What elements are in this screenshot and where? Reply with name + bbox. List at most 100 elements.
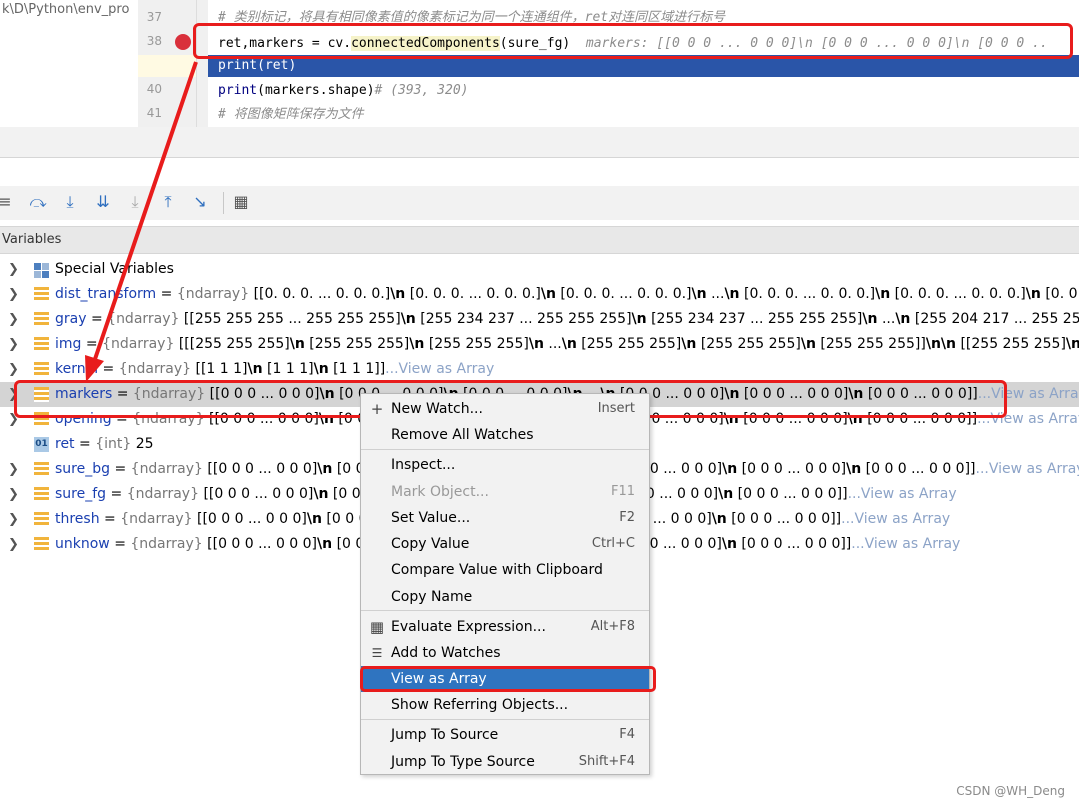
menu-item-label: Copy Name: [391, 589, 473, 605]
step-out-icon[interactable]: ⤒: [157, 191, 179, 213]
code-text: (markers.shape): [257, 83, 375, 98]
builtin-print: print: [218, 83, 258, 98]
builtin-print: print: [218, 58, 258, 73]
menu-item-evaluate-expression[interactable]: ▦ Evaluate Expression... Alt+F8: [361, 614, 649, 640]
line-number: 41: [146, 106, 162, 120]
variable-row[interactable]: ❯ gray = {ndarray} [[255 255 255 ... 255…: [0, 307, 1079, 332]
ndarray-icon: [34, 487, 49, 502]
menu-item-shortcut: Alt+F8: [590, 619, 635, 634]
variable-name: img: [55, 336, 82, 352]
view-as-array-link[interactable]: ...View as Array: [851, 536, 960, 552]
variable-row[interactable]: ❯ dist_transform = {ndarray} [[0. 0. 0. …: [0, 282, 1079, 307]
menu-item-compare-clipboard[interactable]: Compare Value with Clipboard: [361, 557, 649, 583]
menu-item-jump-to-type-source[interactable]: Jump To Type Source Shift+F4: [361, 749, 649, 775]
variable-name: unknow: [55, 536, 110, 552]
expand-chevron-icon[interactable]: ❯: [8, 532, 19, 557]
menu-item-remove-all-watches[interactable]: Remove All Watches: [361, 422, 649, 448]
expand-chevron-icon[interactable]: ❯: [8, 357, 19, 382]
menu-item-label: Show Referring Objects...: [391, 697, 569, 713]
expand-chevron-icon[interactable]: ❯: [8, 257, 19, 282]
menu-item-jump-to-source[interactable]: Jump To Source F4: [361, 722, 649, 748]
menu-item-label: Remove All Watches: [391, 427, 534, 443]
code-text: (ret): [257, 58, 297, 73]
variable-type: {int}: [95, 436, 132, 452]
toolbar-separator: [223, 192, 224, 214]
view-as-array-link[interactable]: ...View as Array: [385, 361, 494, 377]
variable-row[interactable]: ❯ kernel = {ndarray} [[1 1 1]\n [1 1 1]\…: [0, 357, 1079, 382]
menu-item-label: Evaluate Expression...: [391, 619, 546, 635]
variable-name: Special Variables: [55, 261, 174, 277]
menu-item-shortcut: F11: [610, 484, 635, 499]
variable-row[interactable]: ❯ img = {ndarray} [[[255 255 255]\n [255…: [0, 332, 1079, 357]
ndarray-icon: [34, 287, 49, 302]
variable-value: [[1 1 1]\n [1 1 1]\n [1 1 1]]: [195, 361, 386, 377]
menu-item-shortcut: Shift+F4: [578, 754, 635, 769]
panel-divider[interactable]: [0, 157, 1079, 158]
menu-icon[interactable]: ≡: [0, 191, 16, 213]
menu-item-label: Add to Watches: [391, 645, 501, 661]
menu-separator: [361, 449, 649, 450]
menu-item-copy-name[interactable]: Copy Name: [361, 584, 649, 610]
ndarray-icon: [34, 512, 49, 527]
menu-separator: [361, 610, 649, 611]
variable-name: gray: [55, 311, 87, 327]
watermark: CSDN @WH_Deng: [956, 784, 1065, 798]
step-over-icon[interactable]: ⤓: [59, 191, 81, 213]
ndarray-icon: [34, 312, 49, 327]
evaluate-expression-icon[interactable]: ▦: [230, 191, 252, 213]
menu-item-show-referring-objects[interactable]: Show Referring Objects...: [361, 692, 649, 718]
menu-item-inspect[interactable]: Inspect...: [361, 452, 649, 478]
ndarray-icon: [34, 362, 49, 377]
special-variables-icon: [34, 262, 49, 278]
variable-value: [[[255 255 255]\n [255 255 255]\n [255 2…: [178, 336, 1079, 352]
breakpoint-icon[interactable]: [175, 34, 191, 50]
menu-item-label: Set Value...: [391, 510, 471, 526]
show-execution-point-icon[interactable]: ⤼: [27, 191, 49, 213]
variable-type: {ndarray}: [102, 336, 175, 352]
variable-type: {ndarray}: [130, 536, 203, 552]
step-into-icon[interactable]: ⇊: [92, 191, 114, 213]
menu-item-label: Mark Object...: [391, 484, 489, 500]
variables-panel-header: Variables: [0, 226, 1079, 254]
view-as-array-link[interactable]: ...View as Array: [841, 511, 950, 527]
ndarray-icon: [34, 462, 49, 477]
expand-chevron-icon[interactable]: ❯: [8, 482, 19, 507]
int-type-icon: 01: [34, 437, 49, 452]
variable-name: dist_transform: [55, 286, 157, 302]
variable-name: sure_fg: [55, 486, 107, 502]
menu-item-shortcut: F2: [619, 510, 635, 525]
variable-row-special[interactable]: ❯ Special Variables: [0, 257, 1079, 282]
expand-chevron-icon[interactable]: ❯: [8, 332, 19, 357]
view-as-array-link[interactable]: ...View as Array: [976, 461, 1079, 477]
menu-item-label: Compare Value with Clipboard: [391, 562, 603, 578]
menu-item-label: New Watch...: [391, 401, 483, 417]
current-line-gutter: [138, 55, 196, 77]
variable-type: {ndarray}: [126, 486, 199, 502]
variable-type: {ndarray}: [120, 511, 193, 527]
run-to-cursor-icon[interactable]: ↘: [189, 191, 211, 213]
menu-item-add-to-watches[interactable]: ☰ Add to Watches: [361, 640, 649, 666]
annotation-highlight-code: [193, 23, 1073, 59]
fold-divider: [196, 0, 197, 127]
expand-chevron-icon[interactable]: ❯: [8, 282, 19, 307]
expand-chevron-icon[interactable]: ❯: [8, 507, 19, 532]
menu-item-label: Copy Value: [391, 536, 470, 552]
menu-item-label: Inspect...: [391, 457, 456, 473]
line-number: 37: [146, 10, 162, 24]
expand-chevron-icon[interactable]: ❯: [8, 307, 19, 332]
debug-toolbar: ≡ ⤼ ⤓ ⇊ ⤓ ⤒ ↘ ▦: [0, 186, 1079, 220]
code-comment: # (393, 320): [374, 83, 469, 98]
line-number: 40: [146, 82, 162, 96]
menu-item-mark-object[interactable]: Mark Object... F11: [361, 479, 649, 505]
menu-item-copy-value[interactable]: Copy Value Ctrl+C: [361, 531, 649, 557]
variable-value: [[0. 0. 0. ... 0. 0. 0.]\n [0. 0. 0. ...…: [253, 286, 1079, 302]
view-as-array-link[interactable]: ...View as Array: [848, 486, 957, 502]
code-line-41: # 将图像矩阵保存为文件: [218, 107, 364, 122]
menu-item-label: Jump To Source: [391, 727, 499, 743]
step-into-my-code-icon[interactable]: ⤓: [124, 191, 146, 213]
menu-item-new-watch[interactable]: + New Watch... Insert: [361, 396, 649, 422]
variable-name: thresh: [55, 511, 100, 527]
expand-chevron-icon[interactable]: ❯: [8, 457, 19, 482]
plus-icon: +: [370, 400, 384, 418]
menu-item-set-value[interactable]: Set Value... F2: [361, 505, 649, 531]
